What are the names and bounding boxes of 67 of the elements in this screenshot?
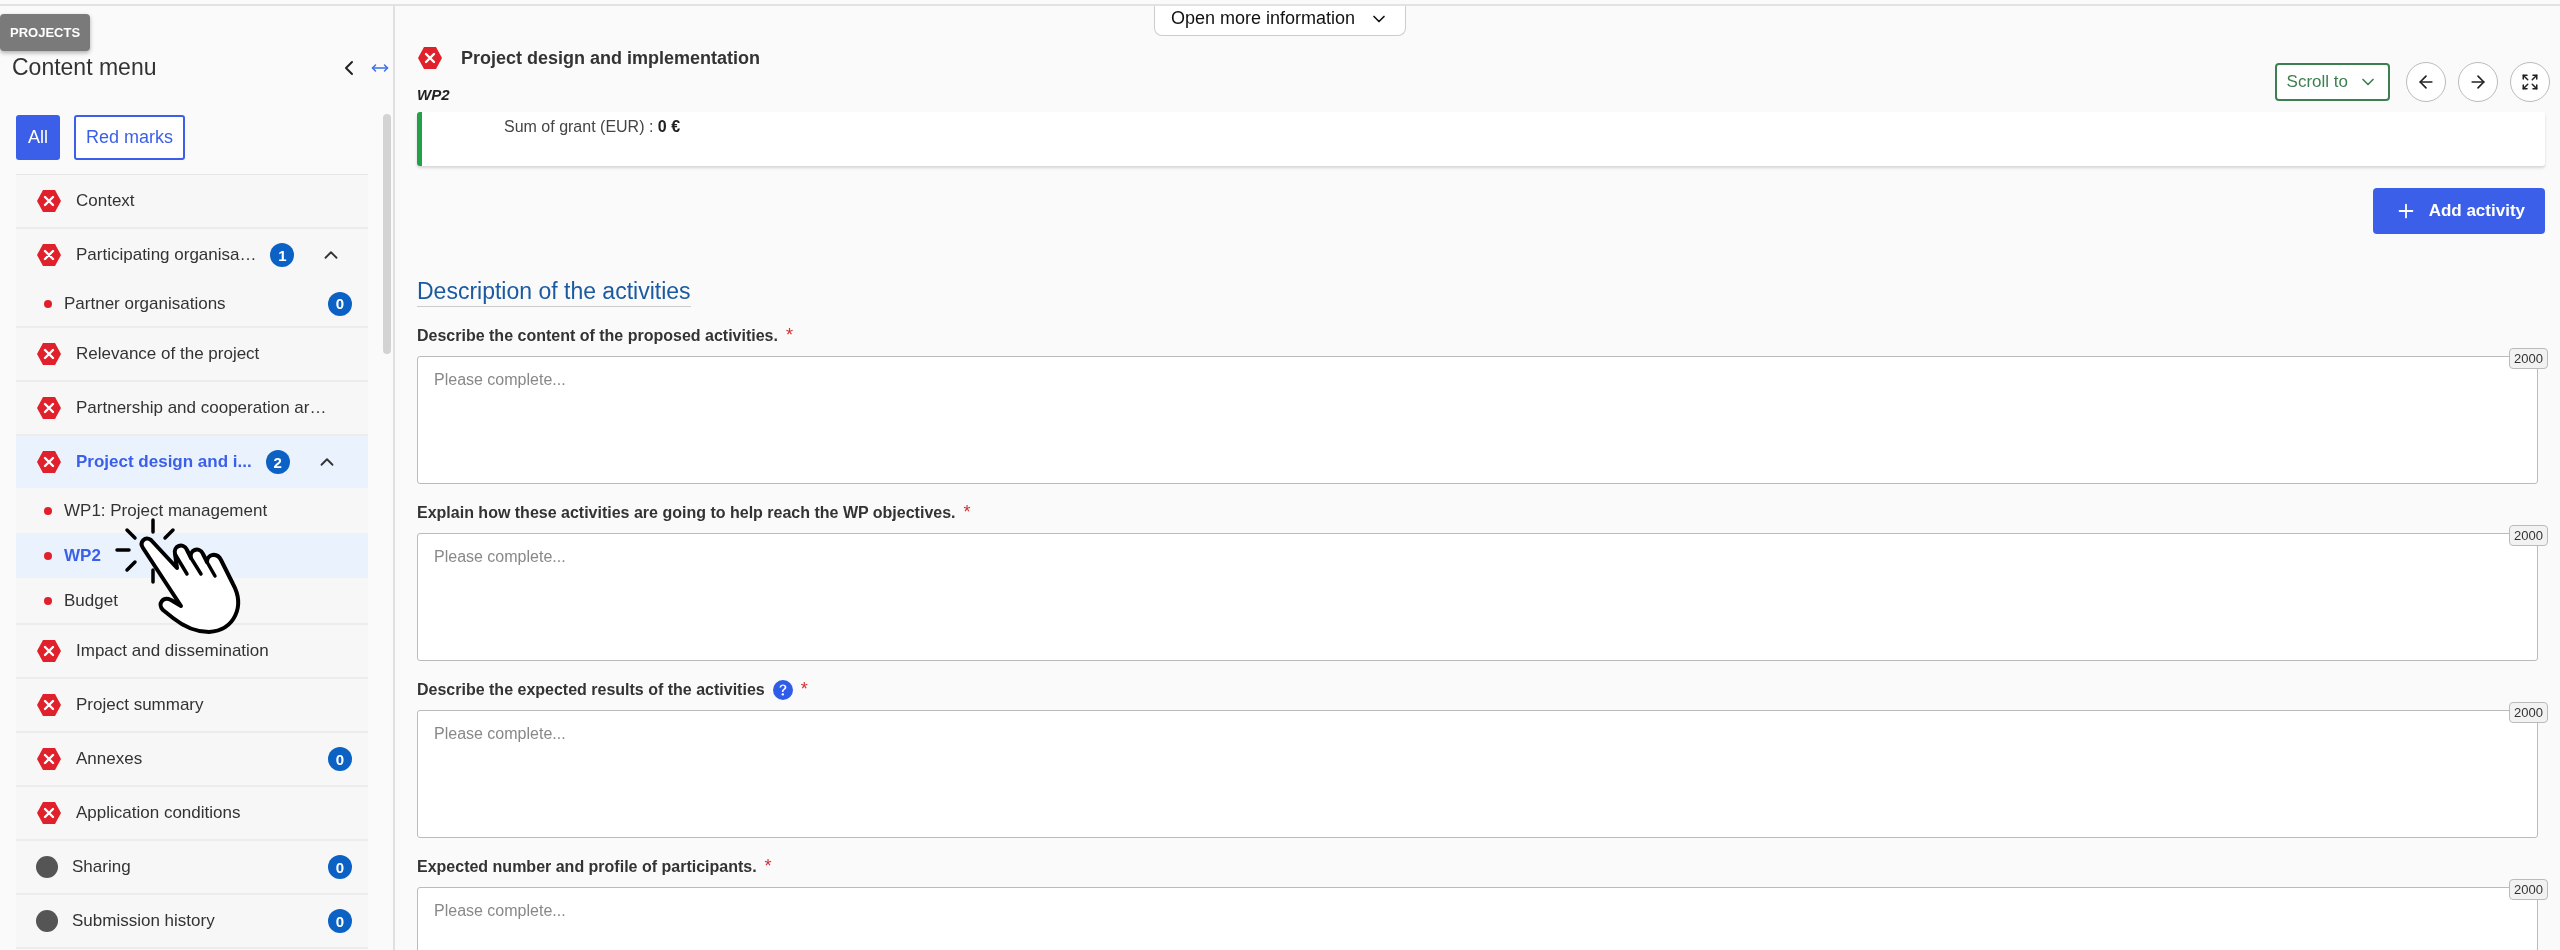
menu-item[interactable]: Partnership and cooperation ar… [16,382,368,434]
subsection-title: WP2 [417,86,451,103]
menu-item[interactable]: Submission history 0 [16,895,368,947]
menu-item[interactable]: Annexes 0 [16,733,368,785]
count-badge: 0 [328,855,352,879]
submenu-item-label: WP1: Project management [64,500,269,521]
menu-item-label: Project design and i... [76,452,252,472]
required-mark: * [764,856,772,877]
field-label: Describe the content of the proposed activities. [417,326,778,345]
menu-item[interactable]: Application conditions [16,787,368,839]
character-counter: 2000 [2509,348,2548,369]
character-counter: 2000 [2509,879,2548,900]
bullet-icon [44,506,52,515]
count-badge: 0 [328,909,352,933]
menu-item[interactable]: Project summary [16,679,368,731]
submenu-item[interactable]: Budget [16,578,368,623]
menu-item[interactable]: Project design and i... 2 [16,436,368,488]
menu-item-label: Relevance of the project [76,344,261,364]
count-badge: 0 [328,747,352,771]
character-counter: 2000 [2509,525,2548,546]
add-activity-button[interactable]: Add activity [2372,188,2545,234]
scrollbar[interactable] [383,114,391,354]
bullet-icon [44,299,52,308]
grant-sum-text: Sum of grant (EUR) : 0 € [504,118,681,136]
submenu-item[interactable]: WP1: Project management [16,488,368,533]
menu-item[interactable]: Relevance of the project [16,328,368,380]
previous-button[interactable] [2406,62,2446,102]
menu-item-label: Context [76,191,136,211]
open-info-tab[interactable]: Open more information [1154,6,1407,36]
fullscreen-button[interactable] [2510,62,2550,102]
filter-button[interactable]: Red marks [74,115,186,160]
submenu-item-label: Budget [64,590,119,611]
submenu-item-label: WP2 [64,545,102,566]
character-counter: 2000 [2509,702,2548,723]
submenu-item[interactable]: Partner organisations 0 [16,281,368,326]
required-mark: * [963,502,971,523]
section-title: Project design and implementation [461,47,761,69]
field-label: Explain how these activities are going to help reach the WP objectives. [417,503,956,522]
count-badge: 1 [270,243,295,267]
menu-item-label: Sharing [72,857,132,877]
app-tag: PROJECTS [0,14,91,51]
menu-item[interactable]: Impact and dissemination [16,625,368,677]
required-mark: * [785,325,793,346]
menu-item-label: Annexes [76,749,144,769]
sidebar-title: Content menu [12,54,158,81]
field-label: Describe the expected results of the activities [417,680,765,699]
bullet-icon [44,596,52,605]
menu-item[interactable]: Context [16,175,368,227]
next-button[interactable] [2458,62,2498,102]
required-mark: * [800,679,808,700]
filter-button[interactable]: All [16,115,60,160]
menu-item[interactable]: Sharing 0 [16,841,368,893]
menu-item-label: Submission history [72,911,216,931]
menu-item-label: Project summary [76,695,205,715]
count-badge: 2 [265,450,290,474]
count-badge: 0 [328,291,352,316]
expand-icon [2521,73,2539,91]
menu-item-label: Application conditions [76,803,242,823]
menu-item[interactable]: Participating organisa… 1 [16,229,368,281]
scroll-to-dropdown[interactable]: Scroll to [2274,63,2390,101]
section-heading: Description of the activities [417,278,691,307]
submenu-item-label: Partner organisations [64,293,227,314]
menu-item-label: Participating organisa… [76,245,257,265]
menu-item-label: Impact and dissemination [76,641,270,661]
field-label: Expected number and profile of participants. [417,857,757,876]
menu-item-label: Partnership and cooperation ar… [76,398,328,418]
help-icon[interactable] [772,679,793,700]
